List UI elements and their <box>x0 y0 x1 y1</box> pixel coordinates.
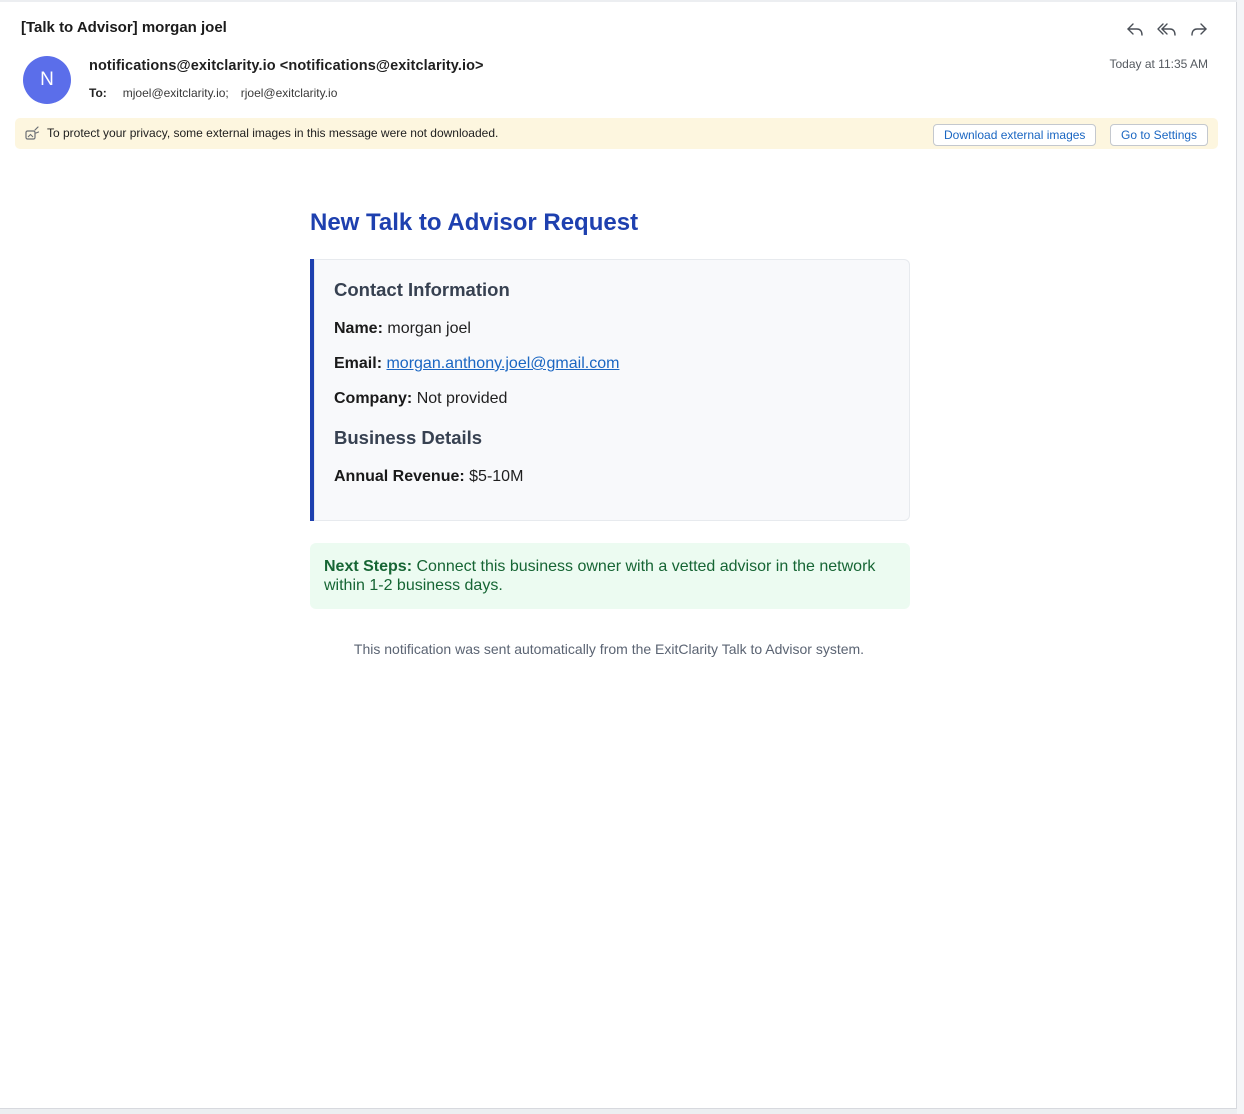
go-to-settings-button[interactable]: Go to Settings <box>1110 124 1209 146</box>
reply-button[interactable] <box>1124 18 1146 40</box>
contact-card: Contact Information Name: morgan joel Em… <box>310 259 910 521</box>
name-value: morgan joel <box>387 320 471 337</box>
company-field: Company: Not provided <box>334 390 507 408</box>
company-value: Not provided <box>416 390 508 407</box>
email-link[interactable]: morgan.anthony.joel@gmail.com <box>386 355 619 372</box>
sender-address[interactable]: notifications@exitclarity.io <notificati… <box>89 58 484 74</box>
recipient[interactable]: rjoel@exitclarity.io <box>241 86 338 100</box>
revenue-value: $5-10M <box>469 468 524 485</box>
contact-section-heading: Contact Information <box>334 279 510 300</box>
privacy-banner: To protect your privacy, some external i… <box>15 118 1218 149</box>
next-steps-label: Next Steps: <box>324 558 413 575</box>
name-label: Name: <box>334 320 383 337</box>
to-label: To: <box>89 86 107 100</box>
download-external-images-button[interactable]: Download external images <box>933 124 1097 146</box>
business-section-heading: Business Details <box>334 427 483 448</box>
company-label: Company: <box>334 390 413 407</box>
avatar-initial: N <box>40 69 54 90</box>
reply-all-button[interactable] <box>1156 18 1178 40</box>
recipients-row: To: mjoel@exitclarity.io; rjoel@exitclar… <box>89 86 349 100</box>
name-field: Name: morgan joel <box>334 320 471 338</box>
blocked-image-icon <box>25 126 40 140</box>
message-actions <box>1124 18 1210 40</box>
window-edge <box>1237 0 1244 1114</box>
footer-note: This notification was sent automatically… <box>353 641 865 657</box>
request-title: New Talk to Advisor Request <box>310 209 639 236</box>
reply-all-icon <box>1157 23 1176 36</box>
revenue-label: Annual Revenue: <box>334 468 465 485</box>
reply-icon <box>1127 23 1143 36</box>
email-field: Email: morgan.anthony.joel@gmail.com <box>334 355 619 373</box>
email-label: Email: <box>334 355 383 372</box>
message-timestamp: Today at 11:35 AM <box>1109 57 1208 71</box>
privacy-message: To protect your privacy, some external i… <box>47 126 499 140</box>
email-viewer: [Talk to Advisor] morgan joel N notifica… <box>0 2 1237 1109</box>
sender-avatar: N <box>23 56 71 104</box>
email-subject: [Talk to Advisor] morgan joel <box>21 19 227 36</box>
recipient[interactable]: mjoel@exitclarity.io; <box>123 86 229 100</box>
revenue-field: Annual Revenue: $5-10M <box>334 468 523 486</box>
next-steps-box: Next Steps: Connect this business owner … <box>310 543 910 609</box>
forward-button[interactable] <box>1188 18 1210 40</box>
forward-icon <box>1191 23 1207 36</box>
